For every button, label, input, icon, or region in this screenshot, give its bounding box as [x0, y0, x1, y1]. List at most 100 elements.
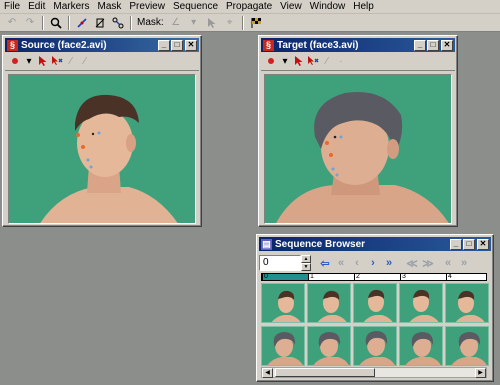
menu-mask[interactable]: Mask: [93, 0, 125, 14]
minimize-button[interactable]: _: [450, 238, 462, 250]
source-titlebar[interactable]: § Source (face2.avi) _ □ ✕: [5, 38, 199, 52]
target-frame-thumbnail[interactable]: [261, 326, 305, 366]
main-toolbar: ↶ ↷ Mask: ∠ ▾ ⌖: [0, 14, 500, 32]
toolbar-separator: [130, 15, 132, 30]
step-back-icon[interactable]: ‹: [350, 256, 364, 270]
redo-icon[interactable]: ↷: [22, 15, 38, 30]
maximize-button[interactable]: □: [427, 39, 439, 51]
sequence-icon: ▤: [261, 238, 272, 250]
source-frame-thumbnail[interactable]: [399, 283, 443, 323]
target-video-view[interactable]: [264, 74, 452, 224]
app-icon: §: [7, 39, 18, 51]
sequence-browser-title: Sequence Browser: [275, 238, 366, 250]
target-frame-thumbnail[interactable]: [353, 326, 397, 366]
timeline-label: 3: [402, 273, 406, 280]
step-forward-icon[interactable]: ›: [366, 256, 380, 270]
target-titlebar[interactable]: § Target (face3.avi) _ □ ✕: [261, 38, 455, 52]
toolbar-separator: [68, 15, 70, 30]
pen-icon[interactable]: ⁄: [64, 54, 78, 68]
chevron-down-icon[interactable]: ▾: [278, 54, 292, 68]
fast-rewind-icon[interactable]: «: [334, 256, 348, 270]
workspace: § Source (face2.avi) _ □ ✕ ▾ ⁄ ⁄ § Targe…: [0, 33, 500, 385]
toolbar-separator: [241, 15, 244, 30]
mask-edit-icon[interactable]: ⌖: [222, 15, 238, 30]
menu-window[interactable]: Window: [306, 0, 350, 14]
close-button[interactable]: ✕: [441, 39, 453, 51]
source-window: § Source (face2.avi) _ □ ✕ ▾ ⁄ ⁄: [2, 35, 202, 227]
source-frame-thumbnail[interactable]: [353, 283, 397, 323]
target-frame-thumbnail[interactable]: [307, 326, 351, 366]
target-toolbar: ▾ ⁄ ·: [261, 52, 455, 71]
target-title: Target (face3.avi): [277, 39, 359, 51]
scroll-left-icon[interactable]: ◀: [262, 367, 273, 378]
menu-preview[interactable]: Preview: [125, 0, 169, 14]
move-marker-icon[interactable]: [306, 54, 320, 68]
pointer-icon[interactable]: [292, 54, 306, 68]
source-frame-thumbnail[interactable]: [261, 283, 305, 323]
target-frame-thumbnail[interactable]: [445, 326, 489, 366]
marker-dot-icon[interactable]: [264, 54, 278, 68]
mask-label: Mask:: [137, 17, 164, 28]
range-expand-icon[interactable]: ≫: [421, 256, 435, 270]
scroll-right-icon[interactable]: ▶: [475, 367, 486, 378]
spin-up-icon[interactable]: ▲: [301, 255, 311, 263]
undo-icon[interactable]: ↶: [4, 15, 20, 30]
menu-help[interactable]: Help: [349, 0, 378, 14]
target-frame-thumbnail[interactable]: [399, 326, 443, 366]
menu-edit[interactable]: Edit: [24, 0, 49, 14]
pointer-icon[interactable]: [36, 54, 50, 68]
zoom-icon[interactable]: [48, 15, 64, 30]
timeline-label: 0: [264, 273, 268, 280]
minimize-button[interactable]: _: [414, 39, 426, 51]
menu-file[interactable]: File: [0, 0, 24, 14]
frame-spinner[interactable]: ▲ ▼: [301, 255, 311, 271]
horizontal-scrollbar[interactable]: ◀ ▶: [261, 367, 487, 378]
menu-view[interactable]: View: [276, 0, 306, 14]
fast-forward-icon[interactable]: »: [382, 256, 396, 270]
target-face-image: [276, 91, 449, 223]
chevron-down-icon[interactable]: ▾: [186, 15, 202, 30]
move-marker-icon[interactable]: [50, 54, 64, 68]
timeline-label: 2: [356, 273, 360, 280]
pointer-icon[interactable]: [204, 15, 220, 30]
frame-number-input[interactable]: 0: [259, 255, 301, 271]
maximize-button[interactable]: □: [171, 39, 183, 51]
app-icon: §: [263, 39, 274, 51]
brush-icon[interactable]: ⁄: [78, 54, 92, 68]
mask-tool-icon[interactable]: [92, 15, 108, 30]
marker-tool-icon[interactable]: [74, 15, 90, 30]
sequence-browser-window: ▤ Sequence Browser _ □ ✕ 0 ▲ ▼ ⇦ « ‹ › »…: [256, 234, 494, 382]
source-face-image: [40, 94, 178, 223]
checkered-flag-icon[interactable]: [248, 15, 264, 30]
maximize-button[interactable]: □: [463, 238, 475, 250]
source-toolbar: ▾ ⁄ ⁄: [5, 52, 199, 71]
source-frame-thumbnail[interactable]: [307, 283, 351, 323]
menu-markers[interactable]: Markers: [49, 0, 93, 14]
spin-down-icon[interactable]: ▼: [301, 263, 311, 271]
source-frame-thumbnail[interactable]: [445, 283, 489, 323]
sequence-browser-titlebar[interactable]: ▤ Sequence Browser _ □ ✕: [259, 237, 491, 251]
frame-timeline[interactable]: 0 1 2 3 4: [261, 273, 487, 281]
page-forward-icon[interactable]: »: [457, 256, 471, 270]
brush-icon[interactable]: ·: [334, 54, 348, 68]
scrollbar-thumb[interactable]: [275, 368, 375, 377]
marker-dot-icon[interactable]: [8, 54, 22, 68]
close-button[interactable]: ✕: [185, 39, 197, 51]
menu-bar: File Edit Markers Mask Preview Sequence …: [0, 0, 500, 14]
close-button[interactable]: ✕: [477, 238, 489, 250]
timeline-label: 1: [310, 273, 314, 280]
jump-left-icon[interactable]: ⇦: [318, 256, 332, 270]
minimize-button[interactable]: _: [158, 39, 170, 51]
link-tool-icon[interactable]: [110, 15, 126, 30]
mask-draw-icon[interactable]: ∠: [168, 15, 184, 30]
pen-icon[interactable]: ⁄: [320, 54, 334, 68]
chevron-down-icon[interactable]: ▾: [22, 54, 36, 68]
source-title: Source (face2.avi): [21, 39, 107, 51]
target-window: § Target (face3.avi) _ □ ✕ ▾ ⁄ ·: [258, 35, 458, 227]
range-shrink-icon[interactable]: ≪: [405, 256, 419, 270]
menu-sequence[interactable]: Sequence: [169, 0, 222, 14]
page-back-icon[interactable]: «: [441, 256, 455, 270]
source-video-view[interactable]: [8, 74, 196, 224]
menu-propagate[interactable]: Propagate: [222, 0, 276, 14]
timeline-selection: [262, 274, 308, 280]
